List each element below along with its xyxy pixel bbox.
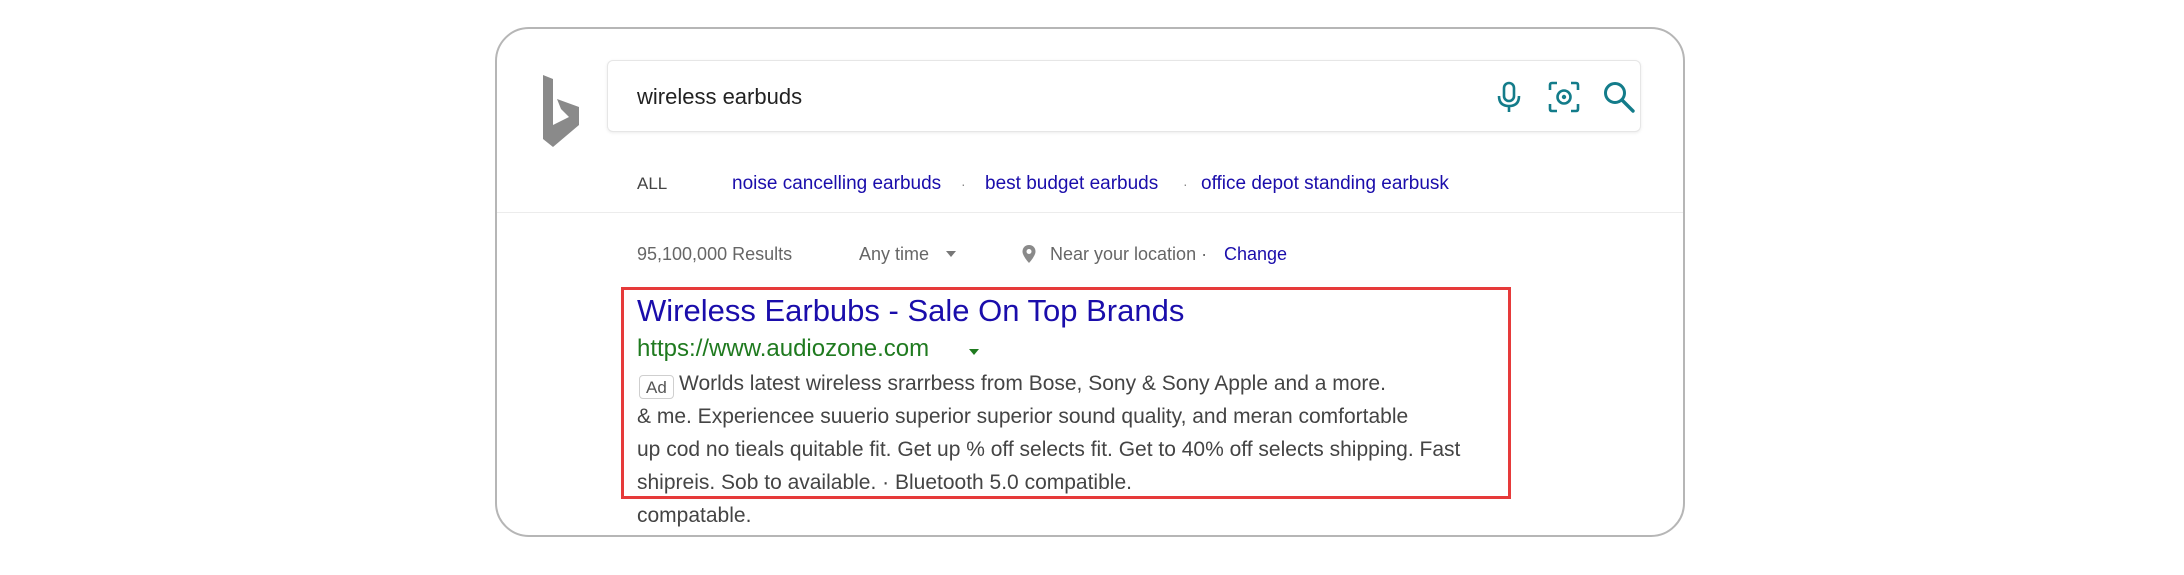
ad-description-line: up cod no tieals quitable fit. Get up % … bbox=[637, 438, 1461, 461]
related-searches-bar: ALL noise cancelling earbuds · best budg… bbox=[497, 169, 1683, 199]
ad-description-line: Worlds latest wireless srarrbess from Bo… bbox=[679, 372, 1386, 395]
page: ALL noise cancelling earbuds · best budg… bbox=[0, 0, 2184, 575]
change-location-link[interactable]: Change bbox=[1224, 239, 1287, 269]
related-search-link[interactable]: best budget earbuds bbox=[985, 169, 1158, 199]
tab-all[interactable]: ALL bbox=[637, 169, 667, 199]
results-meta-bar: 95,100,000 Results Any time Near your lo… bbox=[497, 239, 1683, 269]
separator-dot: · bbox=[961, 176, 966, 192]
ad-description-line: shipreis. Sob to available. · Bluetooth … bbox=[637, 471, 1132, 494]
search-icon[interactable] bbox=[1601, 79, 1637, 115]
ad-url-link[interactable]: https://www.audiozone.com bbox=[637, 335, 929, 363]
bing-logo[interactable] bbox=[539, 73, 581, 149]
ad-title-link[interactable]: Wireless Earbubs - Sale On Top Brands bbox=[637, 293, 1184, 329]
ad-badge: Ad bbox=[639, 375, 674, 399]
ad-description-line: compatable. bbox=[637, 504, 752, 527]
microphone-icon[interactable] bbox=[1491, 79, 1527, 115]
location-text: Near your location · bbox=[1050, 244, 1208, 264]
related-search-link[interactable]: office depot standing earbusk bbox=[1201, 169, 1449, 199]
header-divider bbox=[497, 212, 1683, 213]
chevron-down-icon[interactable] bbox=[946, 251, 956, 257]
time-filter-dropdown[interactable]: Any time bbox=[859, 239, 929, 269]
visual-search-icon[interactable] bbox=[1546, 79, 1582, 115]
results-count: 95,100,000 Results bbox=[637, 244, 793, 264]
separator-dot: · bbox=[1183, 176, 1188, 192]
location-pin-icon bbox=[1022, 245, 1036, 263]
related-search-link[interactable]: noise cancelling earbuds bbox=[732, 169, 941, 199]
browser-frame: ALL noise cancelling earbuds · best budg… bbox=[495, 27, 1685, 537]
search-input[interactable] bbox=[637, 79, 1437, 115]
chevron-down-icon[interactable] bbox=[969, 349, 979, 355]
search-box bbox=[607, 60, 1641, 132]
ad-description-line: & me. Experiencee suuerio superior super… bbox=[637, 405, 1409, 428]
